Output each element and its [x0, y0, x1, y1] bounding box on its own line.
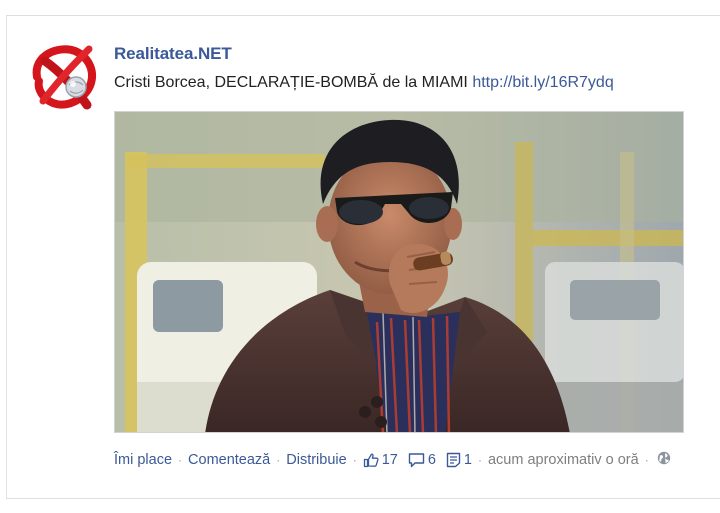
- separator-dot: ·: [352, 453, 357, 467]
- separator-dot: ·: [276, 453, 281, 467]
- audience-selector[interactable]: [657, 451, 671, 469]
- post-photo[interactable]: [114, 111, 684, 433]
- like-link[interactable]: Îmi place: [114, 452, 172, 468]
- shares-count[interactable]: 1: [446, 452, 472, 468]
- comment-link[interactable]: Comentează: [188, 452, 270, 468]
- comments-count[interactable]: 6: [408, 452, 436, 468]
- thumbs-up-icon: [363, 453, 379, 468]
- post-timestamp[interactable]: acum aproximativ o oră: [488, 452, 639, 468]
- shares-count-value: 1: [463, 452, 472, 468]
- feed-post: Realitatea.NET Cristi Borcea, DECLARAȚIE…: [6, 15, 720, 499]
- comments-count-value: 6: [427, 452, 436, 468]
- status-message: Cristi Borcea, DECLARAȚIE-BOMBĂ de la MI…: [114, 74, 468, 91]
- status-link[interactable]: http://bit.ly/16R7ydq: [472, 74, 613, 91]
- separator-dot: ·: [644, 453, 649, 467]
- page-name-link[interactable]: Realitatea.NET: [114, 44, 232, 64]
- status-text: Cristi Borcea, DECLARAȚIE-BOMBĂ de la MI…: [114, 74, 614, 92]
- post-actions: Îmi place · Comentează · Distribuie · 17…: [114, 450, 671, 470]
- separator-dot: ·: [477, 453, 482, 467]
- comment-bubble-icon: [408, 453, 425, 468]
- photo-image: [115, 112, 683, 432]
- globe-icon: [657, 451, 670, 465]
- realitatea-logo-icon: [32, 45, 96, 110]
- likes-count[interactable]: 17: [363, 452, 398, 468]
- page-avatar[interactable]: [29, 41, 101, 113]
- separator-dot: ·: [178, 453, 183, 467]
- share-link[interactable]: Distribuie: [286, 452, 346, 468]
- likes-count-value: 17: [381, 452, 398, 468]
- share-doc-icon: [446, 452, 461, 468]
